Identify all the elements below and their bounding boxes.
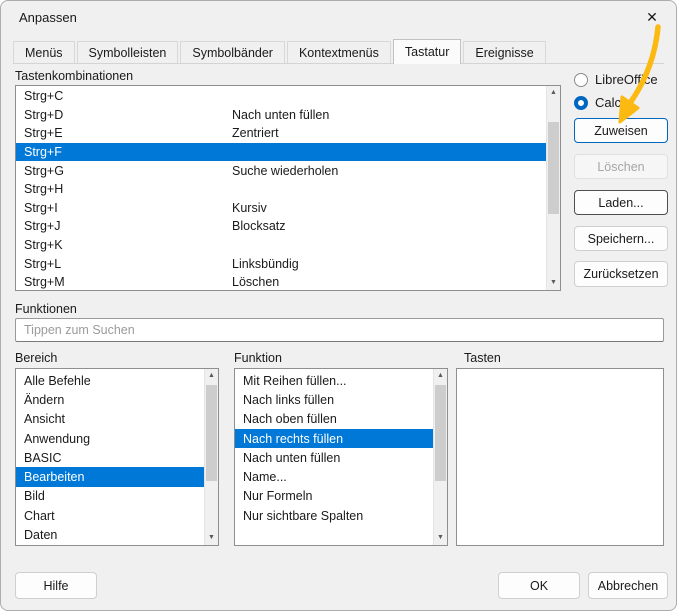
search-input[interactable] (15, 318, 664, 342)
radio-calc-label: Calc (595, 95, 621, 110)
tab-kontextmenues[interactable]: Kontextmenüs (287, 41, 391, 63)
function-item[interactable]: Nach oben füllen (235, 410, 433, 429)
close-icon: ✕ (646, 9, 658, 26)
shortcut-action: Nach unten füllen (232, 108, 329, 122)
help-button[interactable]: Hilfe (15, 572, 97, 599)
shortcut-row[interactable]: Strg+DNach unten füllen (16, 106, 546, 125)
shortcut-row[interactable]: Strg+K (16, 236, 546, 255)
radio-circle-icon (574, 73, 588, 87)
scroll-up-icon[interactable]: ▲ (547, 86, 560, 100)
shortcut-key: Strg+M (16, 275, 232, 289)
shortcut-list[interactable]: Strg+CStrg+DNach unten füllenStrg+EZentr… (15, 85, 561, 291)
shortcut-action: Blocksatz (232, 219, 286, 233)
radio-libreoffice[interactable]: LibreOffice (574, 72, 658, 87)
shortcut-row[interactable]: Strg+MLöschen (16, 273, 546, 291)
shortcut-key: Strg+E (16, 126, 232, 140)
title-bar: Anpassen (1, 1, 676, 33)
function-item[interactable]: Nur sichtbare Spalten (235, 506, 433, 525)
shortcut-row[interactable]: Strg+H (16, 180, 546, 199)
radio-libreoffice-label: LibreOffice (595, 72, 658, 87)
function-item[interactable]: Mit Reihen füllen... (235, 371, 433, 390)
tab-symbolleisten[interactable]: Symbolleisten (77, 41, 179, 63)
scroll-down-icon[interactable]: ▼ (205, 531, 218, 545)
scrollbar-thumb[interactable] (206, 385, 217, 481)
category-item[interactable]: Bild (16, 487, 204, 506)
customize-dialog: Anpassen ✕ MenüsSymbolleistenSymbolbände… (0, 0, 677, 611)
category-list[interactable]: Alle BefehleÄndernAnsichtAnwendungBASICB… (15, 368, 219, 546)
category-item[interactable]: Ansicht (16, 410, 204, 429)
reset-button[interactable]: Zurücksetzen (574, 261, 668, 287)
load-button[interactable]: Laden... (574, 190, 668, 215)
scroll-up-icon[interactable]: ▲ (434, 369, 447, 383)
shortcut-row[interactable]: Strg+GSuche wiederholen (16, 161, 546, 180)
radio-calc[interactable]: Calc (574, 95, 621, 110)
function-item[interactable]: Nach rechts füllen (235, 429, 433, 448)
delete-button: Löschen (574, 154, 668, 179)
assign-button[interactable]: Zuweisen (574, 118, 668, 143)
category-item[interactable]: Ändern (16, 390, 204, 409)
function-item[interactable]: Nach links füllen (235, 390, 433, 409)
shortcut-key: Strg+F (16, 145, 232, 159)
scroll-down-icon[interactable]: ▼ (434, 531, 447, 545)
shortcut-row[interactable]: Strg+LLinksbündig (16, 254, 546, 273)
shortcut-row[interactable]: Strg+EZentriert (16, 124, 546, 143)
shortcut-action: Kursiv (232, 201, 267, 215)
category-item[interactable]: BASIC (16, 448, 204, 467)
shortcut-row[interactable]: Strg+F (16, 143, 546, 162)
function-column-label: Funktion (234, 351, 282, 365)
shortcut-action: Löschen (232, 275, 279, 289)
category-item[interactable]: Alle Befehle (16, 371, 204, 390)
keys-list[interactable] (456, 368, 664, 546)
keys-column-label: Tasten (464, 351, 501, 365)
function-item[interactable]: Nach unten füllen (235, 448, 433, 467)
shortcut-key: Strg+H (16, 182, 232, 196)
shortcut-key: Strg+C (16, 89, 232, 103)
shortcut-list-scrollbar[interactable]: ▲ ▼ (546, 86, 560, 290)
function-item[interactable]: Nur Formeln (235, 487, 433, 506)
function-list-scrollbar[interactable]: ▲ ▼ (433, 369, 447, 545)
category-item[interactable]: Bearbeiten (16, 467, 204, 486)
shortcut-key: Strg+I (16, 201, 232, 215)
shortcut-key: Strg+J (16, 219, 232, 233)
shortcut-row[interactable]: Strg+JBlocksatz (16, 217, 546, 236)
scrollbar-thumb[interactable] (548, 122, 559, 214)
close-button[interactable]: ✕ (630, 1, 674, 33)
functions-label: Funktionen (15, 302, 77, 316)
shortcut-action: Linksbündig (232, 257, 299, 271)
category-item[interactable]: Daten (16, 525, 204, 544)
save-button[interactable]: Speichern... (574, 226, 668, 251)
category-column-label: Bereich (15, 351, 57, 365)
shortcut-action: Zentriert (232, 126, 279, 140)
shortcut-row[interactable]: Strg+IKursiv (16, 199, 546, 218)
shortcut-key: Strg+L (16, 257, 232, 271)
scroll-down-icon[interactable]: ▼ (547, 276, 560, 290)
window-title: Anpassen (19, 10, 77, 25)
ok-button[interactable]: OK (498, 572, 580, 599)
shortcut-action: Suche wiederholen (232, 164, 338, 178)
category-list-scrollbar[interactable]: ▲ ▼ (204, 369, 218, 545)
tab-tastatur[interactable]: Tastatur (393, 39, 461, 64)
function-list[interactable]: Mit Reihen füllen...Nach links füllenNac… (234, 368, 448, 546)
shortcut-key: Strg+D (16, 108, 232, 122)
scroll-up-icon[interactable]: ▲ (205, 369, 218, 383)
shortcut-key: Strg+K (16, 238, 232, 252)
scrollbar-thumb[interactable] (435, 385, 446, 481)
radio-checked-icon (574, 96, 588, 110)
category-item[interactable]: Chart (16, 506, 204, 525)
tab-strip: MenüsSymbolleistenSymbolbänderKontextmen… (13, 41, 664, 64)
cancel-button[interactable]: Abbrechen (588, 572, 668, 599)
tab-symbolbaender[interactable]: Symbolbänder (180, 41, 285, 63)
shortcuts-label: Tastenkombinationen (15, 69, 133, 83)
category-item[interactable]: Anwendung (16, 429, 204, 448)
function-item[interactable]: Name... (235, 467, 433, 486)
shortcut-key: Strg+G (16, 164, 232, 178)
tab-menus[interactable]: Menüs (13, 41, 75, 63)
tab-ereignisse[interactable]: Ereignisse (463, 41, 545, 63)
shortcut-row[interactable]: Strg+C (16, 87, 546, 106)
